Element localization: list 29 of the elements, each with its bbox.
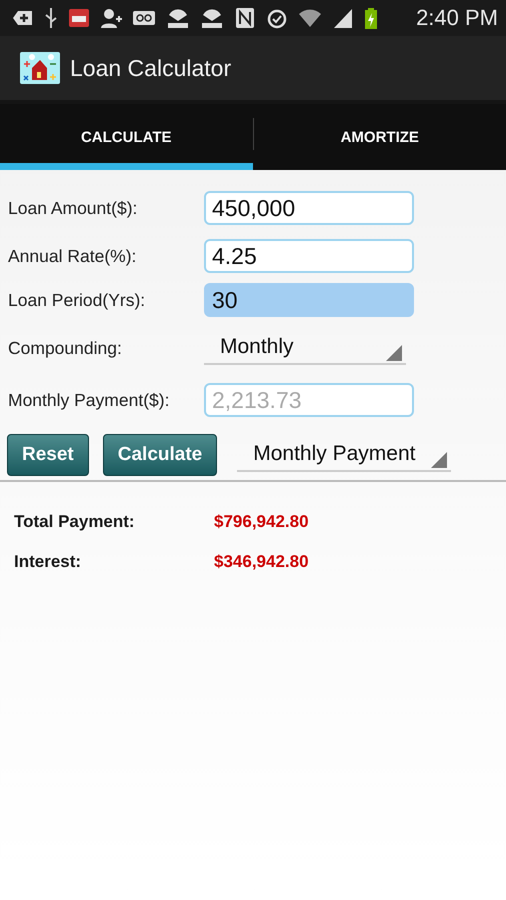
reset-button[interactable]: Reset	[7, 434, 89, 476]
input-field[interactable]: 30	[204, 283, 414, 317]
field-label: Monthly Payment($):	[8, 390, 170, 410]
dropdown-arrow-icon	[386, 345, 402, 361]
field-label: Compounding:	[8, 338, 123, 358]
input-field[interactable]: 4.25	[204, 239, 414, 273]
app-title: Loan Calculator	[70, 54, 232, 82]
compounding-dropdown[interactable]: Monthly	[204, 331, 406, 365]
input-field[interactable]: 450,000	[204, 191, 414, 225]
wifi-icon	[298, 7, 322, 29]
calculate-button[interactable]: Calculate	[102, 434, 218, 476]
field-label: Loan Amount($):	[8, 198, 138, 218]
tab[interactable]: AMORTIZE	[254, 104, 506, 170]
field-label: Annual Rate(%):	[8, 246, 138, 266]
result-label: Total Payment:	[14, 512, 136, 532]
signal-icon	[332, 7, 354, 29]
field-label: Loan Period(Yrs):	[8, 290, 146, 310]
usb-icon	[44, 7, 58, 29]
dropdown-arrow-icon	[431, 452, 448, 468]
battery-icon	[364, 7, 378, 29]
tab[interactable]: CALCULATE	[0, 104, 252, 170]
result-label: Interest:	[14, 552, 82, 572]
status-time: 2:40 PM	[416, 5, 498, 31]
mode-dropdown[interactable]: Monthly Payment	[237, 438, 452, 472]
result-value: $346,942.80	[214, 552, 310, 572]
nfc-icon	[234, 7, 256, 29]
person-add-icon	[100, 7, 122, 29]
result-value: $796,942.80	[214, 512, 310, 532]
app-logo-icon	[20, 52, 60, 84]
